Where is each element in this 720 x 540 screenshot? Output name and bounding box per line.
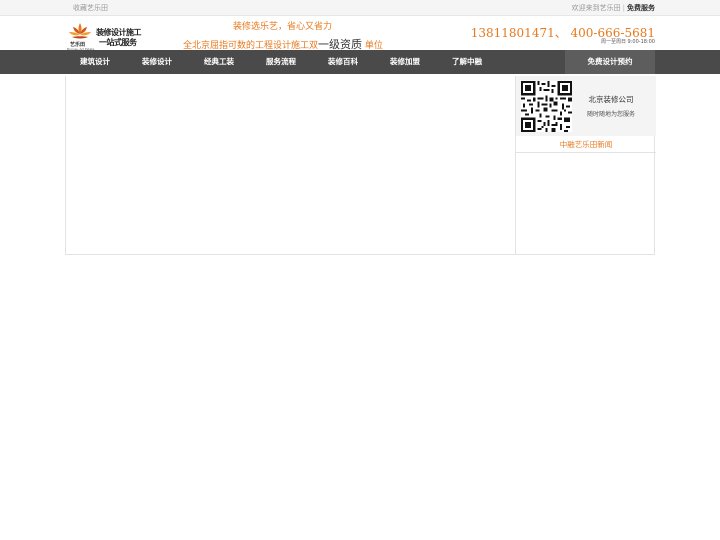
lotus-logo-icon[interactable] [68,21,92,43]
qr-box: 北京装修公司 随时随地为您服务 [516,76,656,136]
logo-tagline-2: 一站式服务 [99,38,137,47]
free-design-booking-button[interactable]: 免费设计预约 [565,50,655,74]
nav-item-about[interactable]: 了解中融 [452,50,482,74]
nav-item-architecture[interactable]: 建筑设计 [80,50,110,74]
company-label: 北京装修公司 [588,95,634,104]
free-service-link[interactable]: 免费服务 [627,4,655,12]
nav-item-classic-works[interactable]: 经典工装 [204,50,234,74]
nav-item-encyclopedia[interactable]: 装修百科 [328,50,358,74]
top-bar: 收藏艺乐田 欢迎来到艺乐田 | 免费服务 [0,0,720,16]
sidebar: 北京装修公司 随时随地为您服务 中融艺乐田新闻 [515,76,656,255]
favorite-link[interactable]: 收藏艺乐田 [73,3,108,13]
nav-item-interior-design[interactable]: 装修设计 [142,50,172,74]
nav-item-franchise[interactable]: 装修加盟 [390,50,420,74]
divider: | [622,4,625,12]
header: 艺乐田 Bonneu Art Estate 装修设计施工 一站式服务 装修选乐艺… [0,16,720,51]
nav-item-service-process[interactable]: 服务流程 [266,50,296,74]
qr-code-icon [521,81,572,132]
top-bar-right: 欢迎来到艺乐田 | 免费服务 [572,3,655,13]
slogan-line-1: 装修选乐艺，省心又省力 [233,22,333,32]
business-hours: 周一至周日 9:00-18:00 [600,39,655,45]
main-nav: 建筑设计 装修设计 经典工装 服务流程 装修百科 装修加盟 了解中融 免费设计预… [0,50,720,74]
service-label: 随时随地为您服务 [586,111,635,118]
welcome-text: 欢迎来到艺乐田 [571,4,621,12]
news-title[interactable]: 中融艺乐田新闻 [516,136,656,153]
